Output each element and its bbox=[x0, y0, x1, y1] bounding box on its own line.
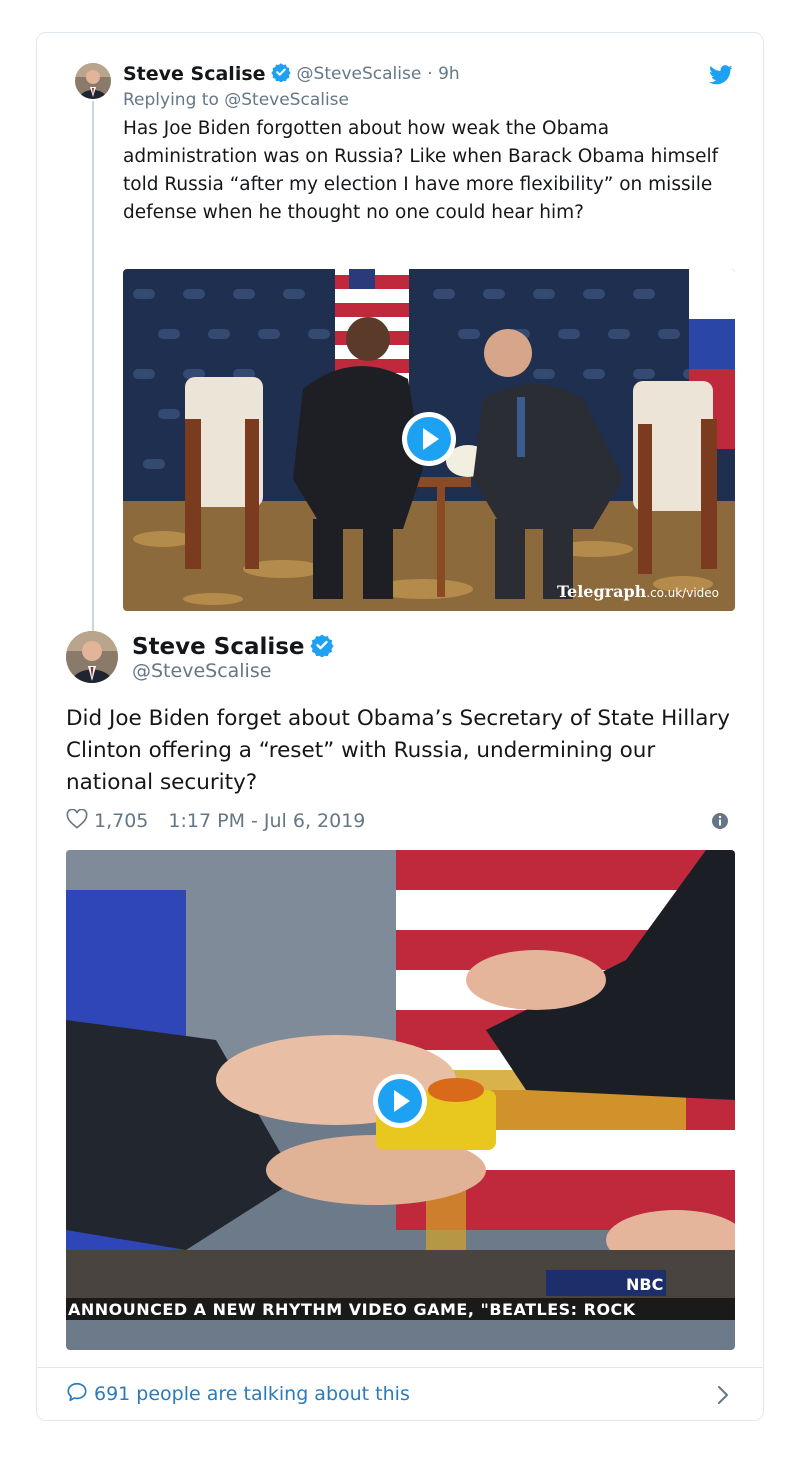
talking-count-label[interactable]: 691 people are talking about this bbox=[94, 1383, 410, 1405]
footer-divider bbox=[37, 1367, 763, 1368]
parent-tweet-video[interactable]: Telegraph.co.uk/video bbox=[123, 269, 735, 611]
like-count[interactable]: 1,705 bbox=[94, 810, 148, 832]
parent-tweet-text: Has Joe Biden forgotten about how weak t… bbox=[123, 118, 719, 223]
conversation-link[interactable]: 691 people are talking about this bbox=[66, 1379, 733, 1409]
nbc-network-logo: NBC bbox=[626, 1275, 664, 1294]
parent-tweet-time[interactable]: · 9h bbox=[427, 64, 459, 84]
video-news-ticker: ANNOUNCED A NEW RHYTHM VIDEO GAME, "BEAT… bbox=[68, 1300, 636, 1319]
tweet-timestamp[interactable]: 1:17 PM - Jul 6, 2019 bbox=[168, 810, 365, 832]
main-tweet-text: Did Joe Biden forget about Obama’s Secre… bbox=[66, 706, 730, 795]
main-tweet-header: Steve Scalise bbox=[132, 631, 334, 663]
main-author-name[interactable]: Steve Scalise bbox=[132, 634, 305, 660]
parent-author-avatar[interactable] bbox=[75, 63, 111, 99]
verified-badge-icon bbox=[270, 62, 291, 86]
watermark-domain: .co.uk/video bbox=[646, 586, 719, 600]
info-icon[interactable] bbox=[711, 812, 729, 830]
chevron-right-icon[interactable] bbox=[717, 1385, 729, 1410]
embedded-tweet-card: Steve Scalise @SteveScalise · 9h Replyin… bbox=[36, 32, 764, 1421]
replying-to-line: Replying to @SteveScalise bbox=[123, 90, 349, 110]
thread-connector-line bbox=[92, 101, 94, 631]
main-author-handle[interactable]: @SteveScalise bbox=[132, 660, 271, 682]
speech-bubble-icon bbox=[66, 1381, 88, 1408]
main-tweet-video[interactable]: NBC ANNOUNCED A NEW RHYTHM VIDEO GAME, "… bbox=[66, 850, 735, 1350]
play-button[interactable] bbox=[371, 1072, 429, 1134]
tweet-meta-row: 1,705 1:17 PM - Jul 6, 2019 bbox=[66, 808, 365, 834]
main-author-avatar[interactable] bbox=[66, 631, 118, 683]
verified-badge-icon bbox=[309, 633, 334, 661]
video-watermark: Telegraph.co.uk/video bbox=[557, 582, 719, 601]
heart-icon[interactable] bbox=[66, 808, 88, 834]
parent-author-handle[interactable]: @SteveScalise bbox=[297, 64, 422, 84]
replying-to-handle-link[interactable]: @SteveScalise bbox=[224, 90, 349, 110]
twitter-bird-icon[interactable] bbox=[709, 65, 733, 85]
parent-tweet-header: Steve Scalise @SteveScalise · 9h bbox=[123, 61, 460, 87]
parent-author-name[interactable]: Steve Scalise bbox=[123, 63, 266, 85]
play-button[interactable] bbox=[400, 410, 458, 472]
replying-to-prefix: Replying to bbox=[123, 90, 225, 110]
watermark-brand: Telegraph bbox=[556, 582, 647, 601]
